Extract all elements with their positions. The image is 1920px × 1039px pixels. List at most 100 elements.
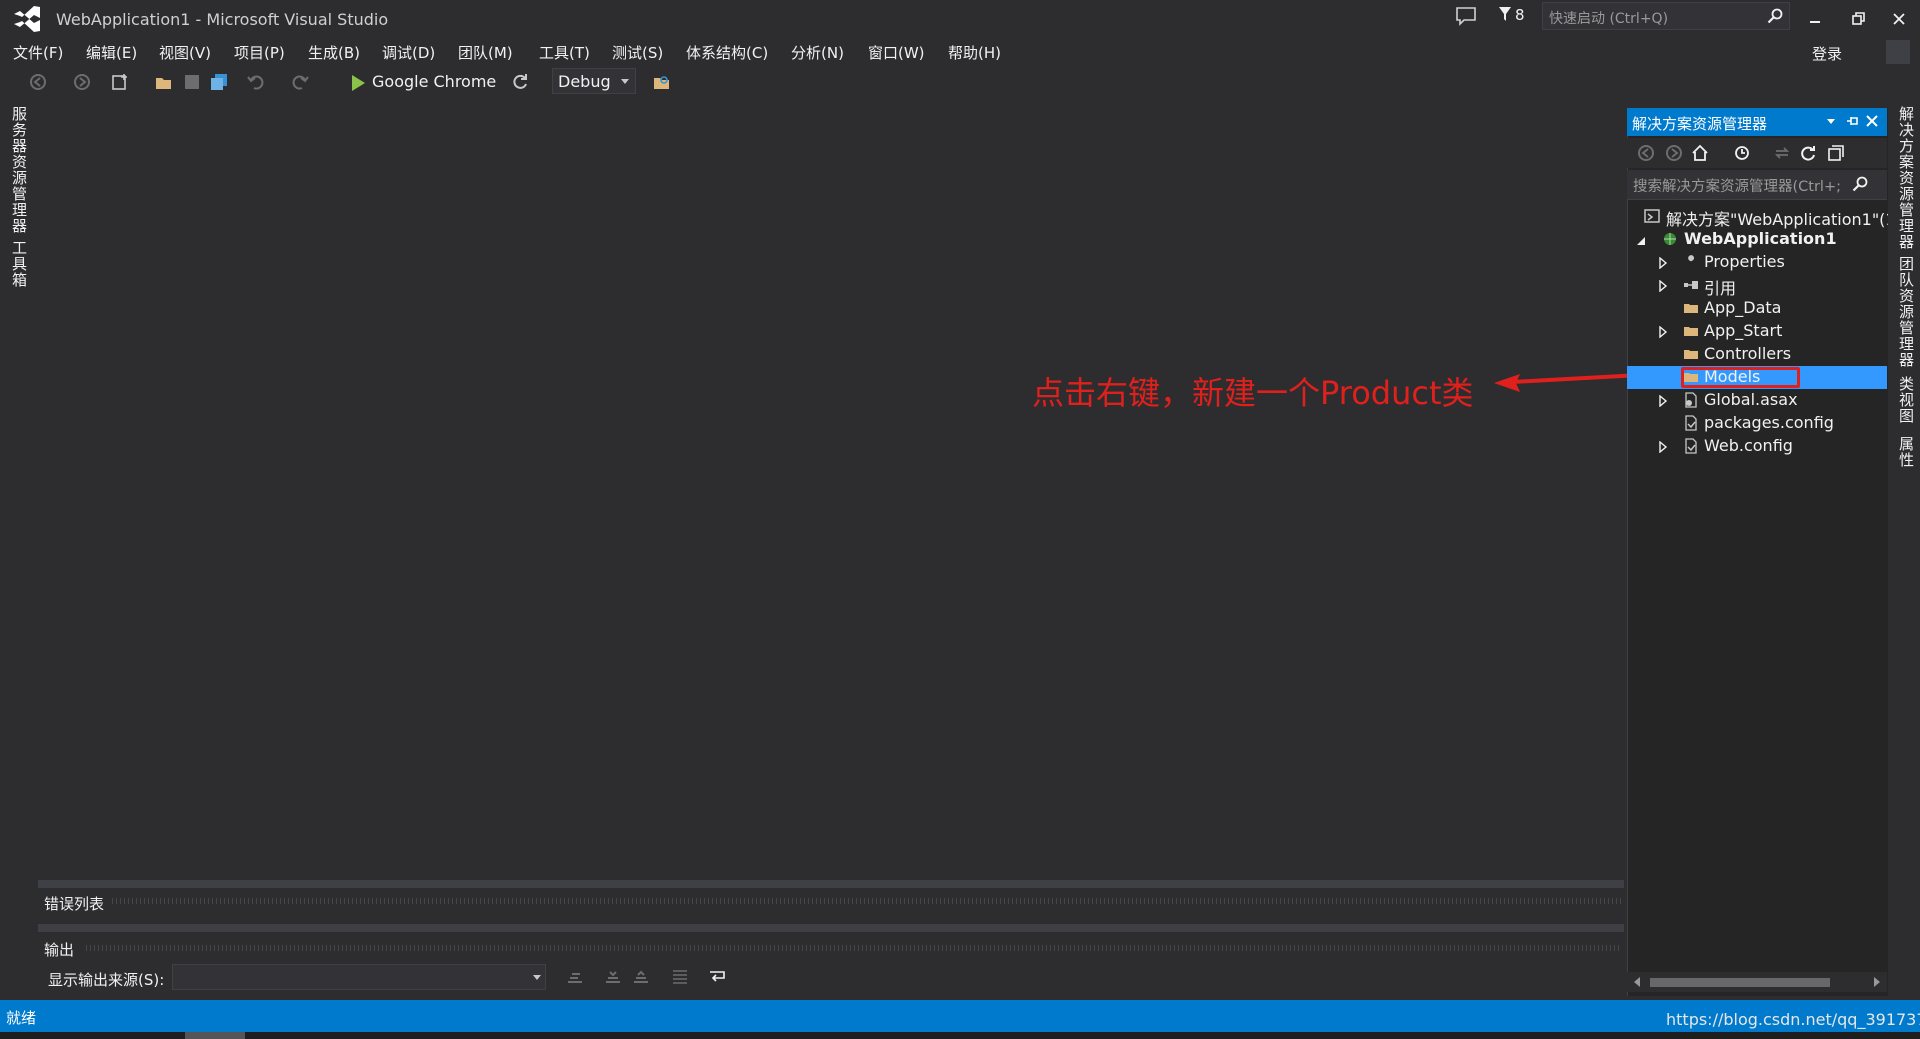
solution-search-placeholder: 搜索解决方案资源管理器(Ctrl+; <box>1633 179 1841 195</box>
scroll-left-icon[interactable] <box>1633 977 1641 987</box>
search-icon[interactable] <box>1852 176 1868 192</box>
find-in-files-icon[interactable] <box>652 72 672 92</box>
output-panel-header <box>38 924 1624 932</box>
tree-item[interactable]: 引用 <box>1627 274 1887 298</box>
menu-test[interactable]: 测试(S) <box>612 42 663 63</box>
menu-window[interactable]: 窗口(W) <box>868 42 925 63</box>
global-file-icon <box>1685 392 1697 408</box>
save-icon[interactable] <box>182 72 202 92</box>
config-file-icon <box>1685 438 1697 454</box>
scroll-right-icon[interactable] <box>1873 977 1881 987</box>
login-link[interactable]: 登录 <box>1812 43 1842 64</box>
pin-icon[interactable] <box>1845 114 1859 128</box>
new-project-icon[interactable] <box>110 72 130 92</box>
undo-icon[interactable] <box>246 72 266 92</box>
menu-help[interactable]: 帮助(H) <box>948 42 1001 63</box>
account-avatar-icon[interactable] <box>1886 40 1910 64</box>
tree-item[interactable]: WebApplication1 <box>1627 228 1887 251</box>
history-icon[interactable] <box>1733 144 1751 162</box>
close-button[interactable] <box>1886 6 1912 32</box>
word-wrap-icon[interactable] <box>708 968 726 986</box>
menu-file[interactable]: 文件(F) <box>13 42 63 63</box>
tree-item[interactable]: Global.asax <box>1627 389 1887 412</box>
run-target-dropdown[interactable]: Google Chrome <box>372 72 496 91</box>
back-icon[interactable] <box>28 72 48 92</box>
tree-item-label: 引用 <box>1704 279 1737 298</box>
solution-configuration-dropdown[interactable]: Debug <box>552 68 636 94</box>
tab-properties[interactable]: 属性 <box>1896 436 1917 468</box>
models-highlight-box <box>1681 367 1800 388</box>
folder-icon <box>1684 350 1698 359</box>
menu-analyze[interactable]: 分析(N) <box>791 42 844 63</box>
menu-edit[interactable]: 编辑(E) <box>86 42 137 63</box>
chevron-down-icon[interactable] <box>1826 116 1836 126</box>
find-message-icon[interactable] <box>566 968 584 986</box>
menu-architecture[interactable]: 体系结构(C) <box>686 42 768 63</box>
taskbar-item <box>185 1032 245 1039</box>
save-all-icon[interactable] <box>209 72 229 92</box>
menu-team[interactable]: 团队(M) <box>458 42 513 63</box>
prev-message-icon[interactable] <box>604 968 622 986</box>
tab-team-explorer[interactable]: 团队资源管理器 <box>1896 256 1917 368</box>
quick-launch-input[interactable]: 快速启动 (Ctrl+Q) <box>1542 2 1790 30</box>
refresh-browser-icon[interactable] <box>510 72 530 92</box>
solution-icon <box>1644 209 1660 223</box>
tree-item-label: Global.asax <box>1704 390 1798 409</box>
refresh-icon[interactable] <box>1799 144 1817 162</box>
clear-all-icon[interactable] <box>671 968 689 986</box>
open-file-icon[interactable] <box>154 72 174 92</box>
back-icon[interactable] <box>1637 144 1655 162</box>
wrench-icon <box>1686 255 1695 267</box>
expanded-arrow-icon[interactable] <box>1637 234 1647 246</box>
tree-item[interactable]: packages.config <box>1627 412 1887 435</box>
home-icon[interactable] <box>1691 144 1709 162</box>
menu-tools[interactable]: 工具(T) <box>539 42 590 63</box>
notification-count[interactable]: 8 <box>1515 6 1525 24</box>
tree-item[interactable]: Web.config <box>1627 435 1887 458</box>
output-source-dropdown[interactable] <box>172 964 546 990</box>
menu-debug[interactable]: 调试(D) <box>382 42 435 63</box>
menu-bar: 文件(F) 编辑(E) 视图(V) 项目(P) 生成(B) 调试(D) 团队(M… <box>0 38 1920 66</box>
feedback-icon[interactable] <box>1455 6 1477 26</box>
config-file-icon <box>1685 415 1697 431</box>
collapsed-arrow-icon[interactable] <box>1658 280 1668 292</box>
tab-class-view[interactable]: 类视图 <box>1896 376 1917 424</box>
close-icon[interactable] <box>1866 115 1878 127</box>
tree-item[interactable]: Controllers <box>1627 343 1887 366</box>
error-list-tab[interactable]: 错误列表 <box>44 893 104 914</box>
chevron-down-icon <box>533 975 541 980</box>
tab-toolbox[interactable]: 工具箱 <box>9 240 30 288</box>
restore-button[interactable] <box>1845 6 1871 32</box>
redo-icon[interactable] <box>290 72 310 92</box>
tree-item-label: 解决方案"WebApplication1"(1 <box>1666 210 1896 229</box>
start-debugging-icon[interactable] <box>348 73 368 93</box>
menu-build[interactable]: 生成(B) <box>308 42 360 63</box>
forward-icon[interactable] <box>1665 144 1683 162</box>
forward-icon[interactable] <box>72 72 92 92</box>
collapsed-arrow-icon[interactable] <box>1658 441 1668 453</box>
collapsed-arrow-icon[interactable] <box>1658 326 1668 338</box>
annotation-arrow-icon <box>1494 373 1640 392</box>
collapse-all-icon[interactable] <box>1827 144 1845 162</box>
minimize-button[interactable] <box>1802 6 1828 32</box>
menu-view[interactable]: 视图(V) <box>159 42 211 63</box>
tree-item-label: App_Data <box>1704 298 1782 317</box>
next-message-icon[interactable] <box>632 968 650 986</box>
tree-item[interactable]: App_Data <box>1627 297 1887 320</box>
collapsed-arrow-icon[interactable] <box>1658 257 1668 269</box>
menu-project[interactable]: 项目(P) <box>234 42 285 63</box>
configuration-value: Debug <box>558 72 611 91</box>
tree-item[interactable]: App_Start <box>1627 320 1887 343</box>
status-text: 就绪 <box>6 1009 37 1027</box>
scrollbar-thumb[interactable] <box>1650 978 1830 987</box>
tree-item[interactable]: 解决方案"WebApplication1"(1 <box>1627 205 1896 229</box>
tab-server-explorer[interactable]: 服务器资源管理器 <box>9 106 30 234</box>
output-tab[interactable]: 输出 <box>44 939 74 960</box>
watermark-url: https://blog.csdn.net/qq_39173779 <box>1666 1010 1920 1029</box>
notification-flag-icon[interactable] <box>1498 6 1512 22</box>
collapsed-arrow-icon[interactable] <box>1658 395 1668 407</box>
sync-icon[interactable] <box>1773 144 1791 162</box>
tree-item[interactable]: Properties <box>1627 251 1887 274</box>
error-list-panel-header <box>38 880 1624 888</box>
tab-solution-explorer[interactable]: 解决方案资源管理器 <box>1896 106 1917 250</box>
